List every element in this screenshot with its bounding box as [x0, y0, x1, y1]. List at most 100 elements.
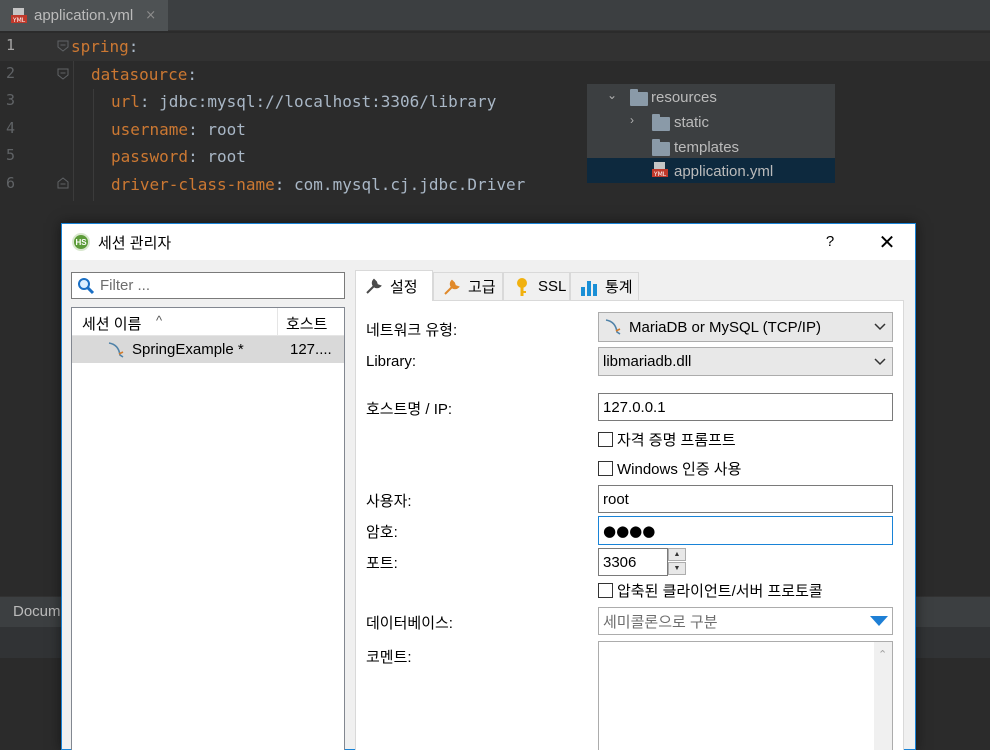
yaml-sep: :: [188, 147, 208, 166]
tab-ssl[interactable]: SSL: [503, 272, 570, 300]
yaml-sep: :: [188, 120, 208, 139]
yaml-key: driver-class-name: [111, 175, 275, 194]
compressed-protocol-checkbox[interactable]: 압축된 클라이언트/서버 프로토콜: [598, 580, 823, 601]
scroll-up-icon[interactable]: ⌃: [878, 648, 887, 661]
library-value: libmariadb.dll: [603, 353, 692, 370]
help-button[interactable]: ?: [818, 230, 842, 254]
comment-textarea[interactable]: ⌃: [598, 641, 893, 750]
tree-item-label: resources: [651, 89, 717, 106]
yaml-key: username: [111, 120, 189, 139]
close-tab-icon[interactable]: ×: [145, 8, 156, 23]
checkbox-label: 압축된 클라이언트/서버 프로토콜: [617, 583, 823, 600]
database-label: 데이터베이스:: [366, 615, 453, 632]
fold-icon[interactable]: [57, 40, 69, 52]
bar-chart-icon: [581, 280, 597, 296]
mysql-dolphin-icon: [605, 319, 621, 335]
project-tree: ⌄ resources › static templates YML appli…: [587, 84, 835, 183]
network-type-select[interactable]: MariaDB or MySQL (TCP/IP): [598, 312, 893, 342]
port-label: 포트:: [366, 555, 398, 572]
password-value: ●●●●: [603, 521, 656, 540]
password-label: 암호:: [366, 524, 398, 541]
checkbox[interactable]: [598, 432, 613, 447]
chevron-down-icon: [874, 323, 886, 331]
port-input[interactable]: 3306: [598, 548, 668, 576]
resources-folder-icon: [630, 89, 648, 106]
comment-scrollbar[interactable]: ⌃: [874, 642, 892, 750]
tree-item-resources[interactable]: ⌄ resources: [587, 85, 835, 110]
library-label: Library:: [366, 353, 417, 370]
dropdown-arrow-icon[interactable]: [870, 616, 888, 626]
tree-item-application-yml[interactable]: YML application.yml: [587, 158, 835, 183]
checkbox[interactable]: [598, 461, 613, 476]
user-value: root: [603, 490, 629, 508]
yaml-sep: :: [187, 65, 197, 84]
session-name: SpringExample *: [132, 341, 244, 358]
yaml-key: url: [111, 92, 140, 111]
session-filter[interactable]: [71, 272, 345, 299]
yaml-value: root: [207, 120, 246, 139]
bottom-panel-title[interactable]: Docum: [13, 603, 61, 620]
chevron-down-icon: [874, 357, 886, 365]
filter-input[interactable]: [100, 277, 340, 294]
editor-tab-label: application.yml: [34, 7, 134, 24]
fold-icon[interactable]: [57, 68, 69, 80]
dialog-titlebar[interactable]: HS 세션 관리자 ? ✕: [62, 224, 915, 260]
indent-guide: [73, 61, 74, 201]
code-line-5: password: root: [111, 147, 246, 166]
key-icon: [517, 277, 527, 296]
current-line-highlight: [0, 33, 990, 61]
host-input[interactable]: 127.0.0.1: [598, 393, 893, 421]
yaml-sep: :: [128, 37, 139, 56]
wrench-orange-icon: [444, 279, 460, 295]
checkbox-label: 자격 증명 프롬프트: [617, 432, 736, 449]
network-type-label: 네트워크 유형:: [366, 322, 458, 339]
column-header-session-name[interactable]: 세션 이름: [82, 313, 141, 334]
tree-item-static[interactable]: › static: [587, 110, 835, 135]
credential-prompt-checkbox[interactable]: 자격 증명 프롬프트: [598, 429, 736, 450]
network-type-value: MariaDB or MySQL (TCP/IP): [629, 318, 821, 336]
database-placeholder: 세미콜론으로 구분: [603, 613, 718, 631]
fold-end-icon[interactable]: [57, 177, 69, 189]
windows-auth-checkbox[interactable]: Windows 인증 사용: [598, 458, 741, 479]
yml-file-icon: YML: [651, 161, 669, 183]
chevron-down-icon[interactable]: ⌄: [607, 88, 617, 102]
line-number: 2: [6, 64, 16, 82]
tree-item-templates[interactable]: templates: [587, 135, 835, 160]
code-line-1: spring:: [71, 37, 138, 56]
session-list-header: 세션 이름 ^ 호스트: [72, 308, 344, 336]
database-input[interactable]: 세미콜론으로 구분: [598, 607, 893, 635]
yaml-sep: :: [139, 92, 160, 111]
chevron-right-icon[interactable]: ›: [630, 113, 634, 127]
settings-panel: 네트워크 유형: MariaDB or MySQL (TCP/IP) Libra…: [355, 300, 904, 750]
close-button[interactable]: ✕: [870, 228, 904, 256]
line-number: 5: [6, 146, 16, 164]
sort-ascending-icon: ^: [156, 313, 163, 328]
yaml-value: root: [207, 147, 246, 166]
tab-statistics[interactable]: 통계: [570, 272, 639, 300]
library-select[interactable]: libmariadb.dll: [598, 347, 893, 376]
line-number: 6: [6, 174, 16, 192]
code-line-4: username: root: [111, 120, 246, 139]
host-label: 호스트명 / IP:: [366, 401, 453, 418]
checkbox[interactable]: [598, 583, 613, 598]
wrench-icon: [366, 278, 382, 294]
session-list[interactable]: 세션 이름 ^ 호스트 SpringExample * 127....: [71, 307, 345, 750]
spin-down-icon[interactable]: ▼: [668, 562, 686, 575]
column-divider[interactable]: [277, 308, 278, 336]
tab-advanced[interactable]: 고급: [433, 272, 503, 300]
session-row[interactable]: SpringExample * 127....: [72, 336, 344, 363]
yml-file-icon: YML: [10, 7, 28, 25]
editor-tab-application-yml[interactable]: YML application.yml ×: [0, 0, 168, 31]
session-manager-dialog: HS 세션 관리자 ? ✕ 세션 이름 ^ 호스트 SpringExample …: [61, 223, 916, 750]
port-spinner[interactable]: ▲ ▼: [668, 548, 686, 576]
code-line-2: datasource:: [91, 65, 197, 84]
user-input[interactable]: root: [598, 485, 893, 513]
spin-up-icon[interactable]: ▲: [668, 548, 686, 561]
code-line-3: url: jdbc:mysql://localhost:3306/library: [111, 92, 496, 111]
tab-settings[interactable]: 설정: [355, 270, 433, 301]
checkbox-label: Windows 인증 사용: [617, 461, 742, 478]
editor-tab-bar: YML application.yml ×: [0, 0, 990, 31]
column-header-host[interactable]: 호스트: [286, 313, 327, 334]
tab-label: 고급: [468, 279, 496, 296]
password-input[interactable]: ●●●●: [598, 516, 893, 545]
